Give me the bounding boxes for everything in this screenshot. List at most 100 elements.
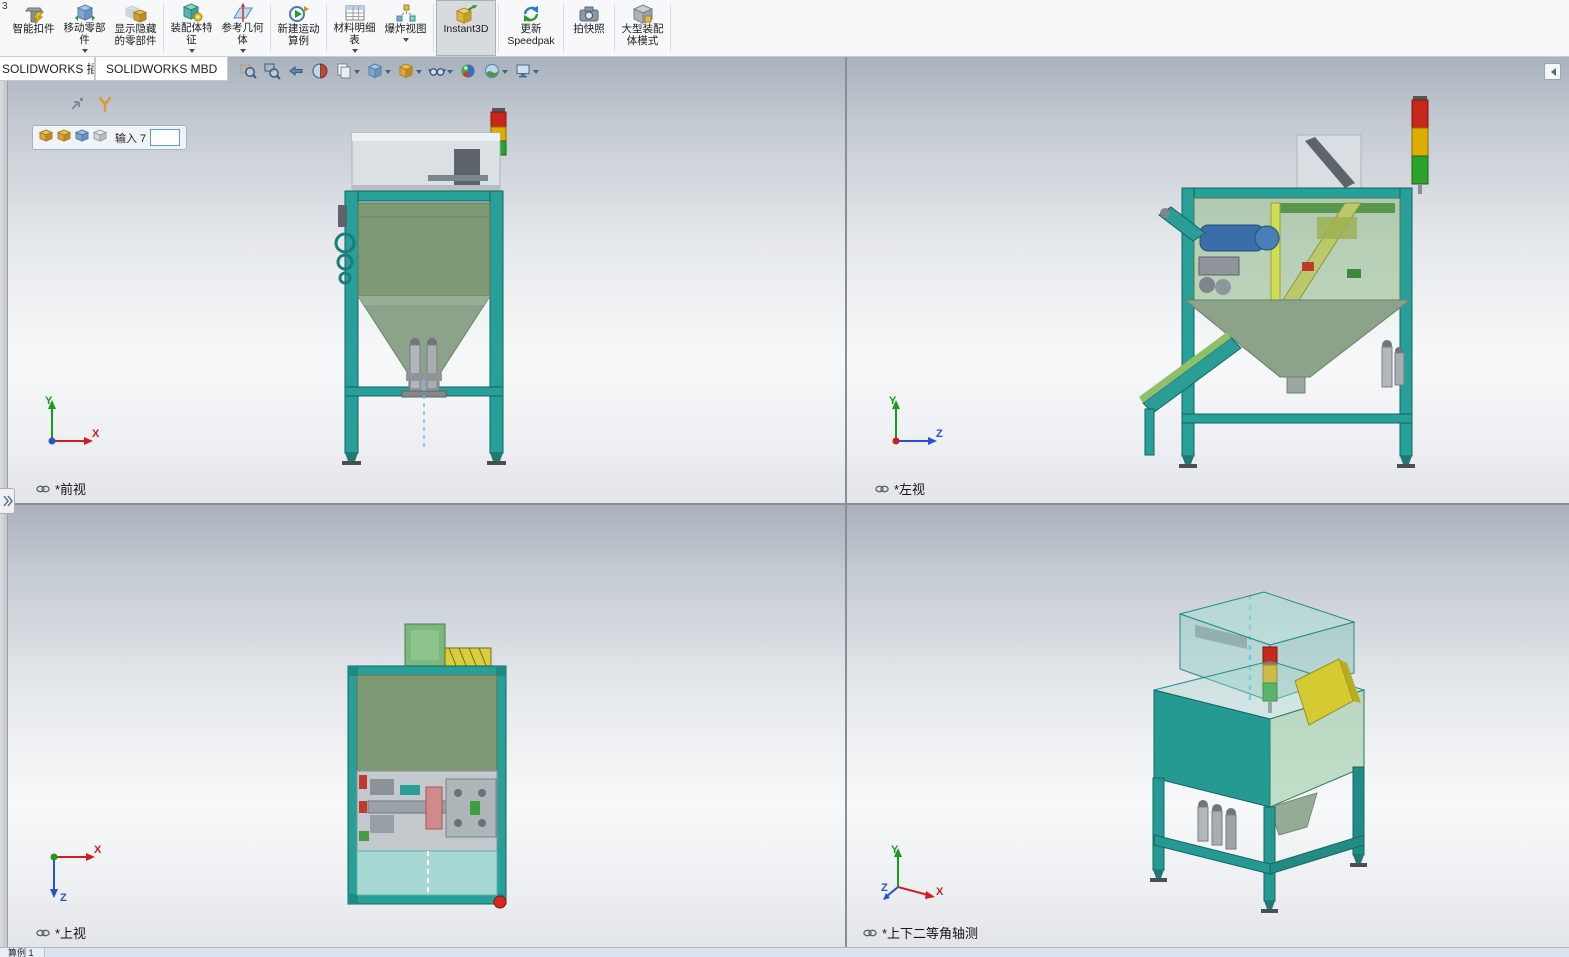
lower-tray[interactable]	[357, 851, 497, 895]
tab-solidworks-addins[interactable]: SOLIDWORKS 插件	[0, 57, 95, 81]
viewport-splitter-horizontal[interactable]	[0, 503, 1569, 505]
feature-manager-expand-tab[interactable]	[0, 488, 15, 514]
viewport-label-left: *左视	[875, 479, 925, 498]
ribbon-button-instant3d[interactable]: Instant3D	[436, 0, 496, 56]
view-orientation-icon[interactable]	[395, 61, 424, 81]
ribbon-button-large-assembly-mode[interactable]: 大型装配体模式	[617, 0, 668, 56]
ribbon-separator	[670, 4, 671, 52]
ribbon-separator	[614, 4, 615, 52]
reference-triad-front: Y X	[36, 393, 104, 453]
axis-label-y: Y	[891, 844, 899, 856]
motion-manager-bar: 算例 1	[0, 947, 1569, 957]
leveling-feet[interactable]	[342, 453, 506, 465]
dropdown-caret-icon[interactable]	[533, 70, 539, 77]
ribbon-button-take-snapshot[interactable]: 拍快照	[566, 0, 612, 56]
update-speedpak-icon	[519, 3, 543, 24]
valve-assembly[interactable]	[1198, 800, 1236, 849]
solidworks-window: 3 智能扣件 移动零部件 显示隐藏的零部件 装配体特征 参考几何体	[0, 0, 1569, 957]
top-hopper-box[interactable]	[352, 133, 500, 191]
view-cube-4-icon[interactable]	[93, 129, 107, 147]
ribbon-button-assembly-features[interactable]: 装配体特征	[166, 0, 217, 56]
viewport-left[interactable]: Y Z *左视	[847, 57, 1569, 503]
link-icon	[36, 485, 50, 493]
instant3d-icon	[454, 3, 478, 24]
view-cube-2-icon[interactable]	[57, 129, 71, 147]
wishbone-mate-icon[interactable]	[96, 95, 114, 118]
axis-label-y: Y	[889, 395, 897, 407]
ribbon-button-reference-geometry[interactable]: 参考几何体	[217, 0, 268, 56]
view-settings-icon[interactable]	[512, 61, 541, 81]
signal-tower[interactable]	[1412, 96, 1428, 194]
ribbon-button-label: 材料明细表	[331, 23, 378, 47]
feeder-protrusion[interactable]	[405, 624, 491, 668]
zoom-to-fit-icon[interactable]	[237, 61, 259, 81]
ribbon-button-label: 拍快照	[573, 24, 605, 36]
ribbon-button-update-speedpak[interactable]: 更新 Speedpak	[501, 0, 561, 56]
context-mini-toolbar	[68, 95, 114, 118]
tab-label: SOLIDWORKS MBD	[96, 62, 227, 76]
ribbon-button-label: 新建运动算例	[275, 24, 322, 48]
dynamic-annotation-views-icon[interactable]	[333, 61, 362, 81]
transparent-cabinet[interactable]	[1194, 198, 1400, 300]
dropdown-caret-icon[interactable]	[502, 70, 508, 77]
left-view-model[interactable]	[847, 57, 1569, 503]
hopper-body[interactable]	[358, 203, 490, 397]
axis-label-x: X	[936, 886, 944, 898]
axis-label-y: Y	[45, 395, 53, 407]
dropdown-caret-icon[interactable]	[189, 49, 195, 56]
zoom-to-area-icon[interactable]	[261, 61, 283, 81]
ribbon-button-show-hidden-components[interactable]: 显示隐藏的零部件	[110, 0, 161, 56]
axis-label-x: X	[92, 428, 100, 440]
view-cube-3-icon[interactable]	[75, 129, 89, 147]
viewport-front[interactable]: 输入 7	[8, 57, 845, 503]
ribbon-button-new-motion-study[interactable]: 新建运动算例	[273, 0, 324, 56]
input-label: 输入 7	[115, 130, 146, 146]
dropdown-caret-icon[interactable]	[240, 49, 246, 56]
front-view-model[interactable]	[8, 57, 845, 503]
view-name: *上视	[55, 923, 86, 942]
motion-study-tab[interactable]: 算例 1	[0, 948, 45, 957]
hopper-cover-panel[interactable]	[357, 675, 497, 771]
previous-view-icon[interactable]	[285, 61, 307, 81]
dropdown-caret-icon[interactable]	[416, 70, 422, 77]
red-knob[interactable]	[494, 896, 506, 908]
dropdown-caret-icon[interactable]	[385, 70, 391, 77]
dropdown-caret-icon[interactable]	[354, 70, 360, 77]
top-view-model[interactable]	[8, 505, 845, 947]
command-manager-ribbon: 3 智能扣件 移动零部件 显示隐藏的零部件 装配体特征 参考几何体	[0, 0, 1569, 57]
leveling-feet[interactable]	[1179, 456, 1415, 468]
ribbon-button-label: 爆炸视图	[385, 24, 427, 36]
smart-fasteners-icon	[23, 3, 45, 24]
dropdown-caret-icon[interactable]	[82, 49, 88, 56]
pane-collapse-button[interactable]	[1544, 63, 1561, 80]
display-style-icon[interactable]	[364, 61, 393, 81]
dropdown-caret-icon[interactable]	[352, 49, 358, 56]
viewport-top[interactable]: X Z *上视	[8, 505, 845, 947]
reference-triad-top: X Z	[38, 843, 106, 907]
view-name: *上下二等角轴测	[882, 923, 978, 942]
view-name: *左视	[894, 479, 925, 498]
top-hopper-box[interactable]	[1297, 135, 1361, 191]
hide-show-items-icon[interactable]	[426, 61, 455, 81]
view-cube-1-icon[interactable]	[39, 129, 53, 147]
ribbon-button-smart-fasteners[interactable]: 智能扣件	[8, 0, 59, 56]
mechanism-deck[interactable]	[357, 771, 497, 851]
apply-scene-icon[interactable]	[481, 61, 510, 81]
ribbon-button-bill-of-materials[interactable]: 材料明细表	[329, 0, 380, 56]
viewport-splitter-vertical[interactable]	[845, 57, 847, 947]
viewport-label-top: *上视	[36, 923, 86, 942]
viewport-isometric[interactable]: Y X Z *上下二等角轴测	[847, 505, 1569, 947]
axis-label-z: Z	[936, 428, 943, 440]
edit-appearance-icon[interactable]	[457, 61, 479, 81]
branch-arrow-icon[interactable]	[68, 95, 86, 118]
section-view-icon[interactable]	[309, 61, 331, 81]
dropdown-caret-icon[interactable]	[403, 38, 409, 45]
isometric-view-model[interactable]	[847, 505, 1569, 947]
dimension-input[interactable]	[150, 129, 180, 146]
take-snapshot-icon	[578, 3, 600, 24]
dropdown-caret-icon[interactable]	[447, 70, 453, 77]
new-motion-study-icon	[288, 3, 310, 24]
ribbon-button-move-component[interactable]: 移动零部件	[59, 0, 110, 56]
tab-solidworks-mbd[interactable]: SOLIDWORKS MBD	[95, 57, 228, 81]
ribbon-button-exploded-view[interactable]: 爆炸视图	[380, 0, 431, 56]
